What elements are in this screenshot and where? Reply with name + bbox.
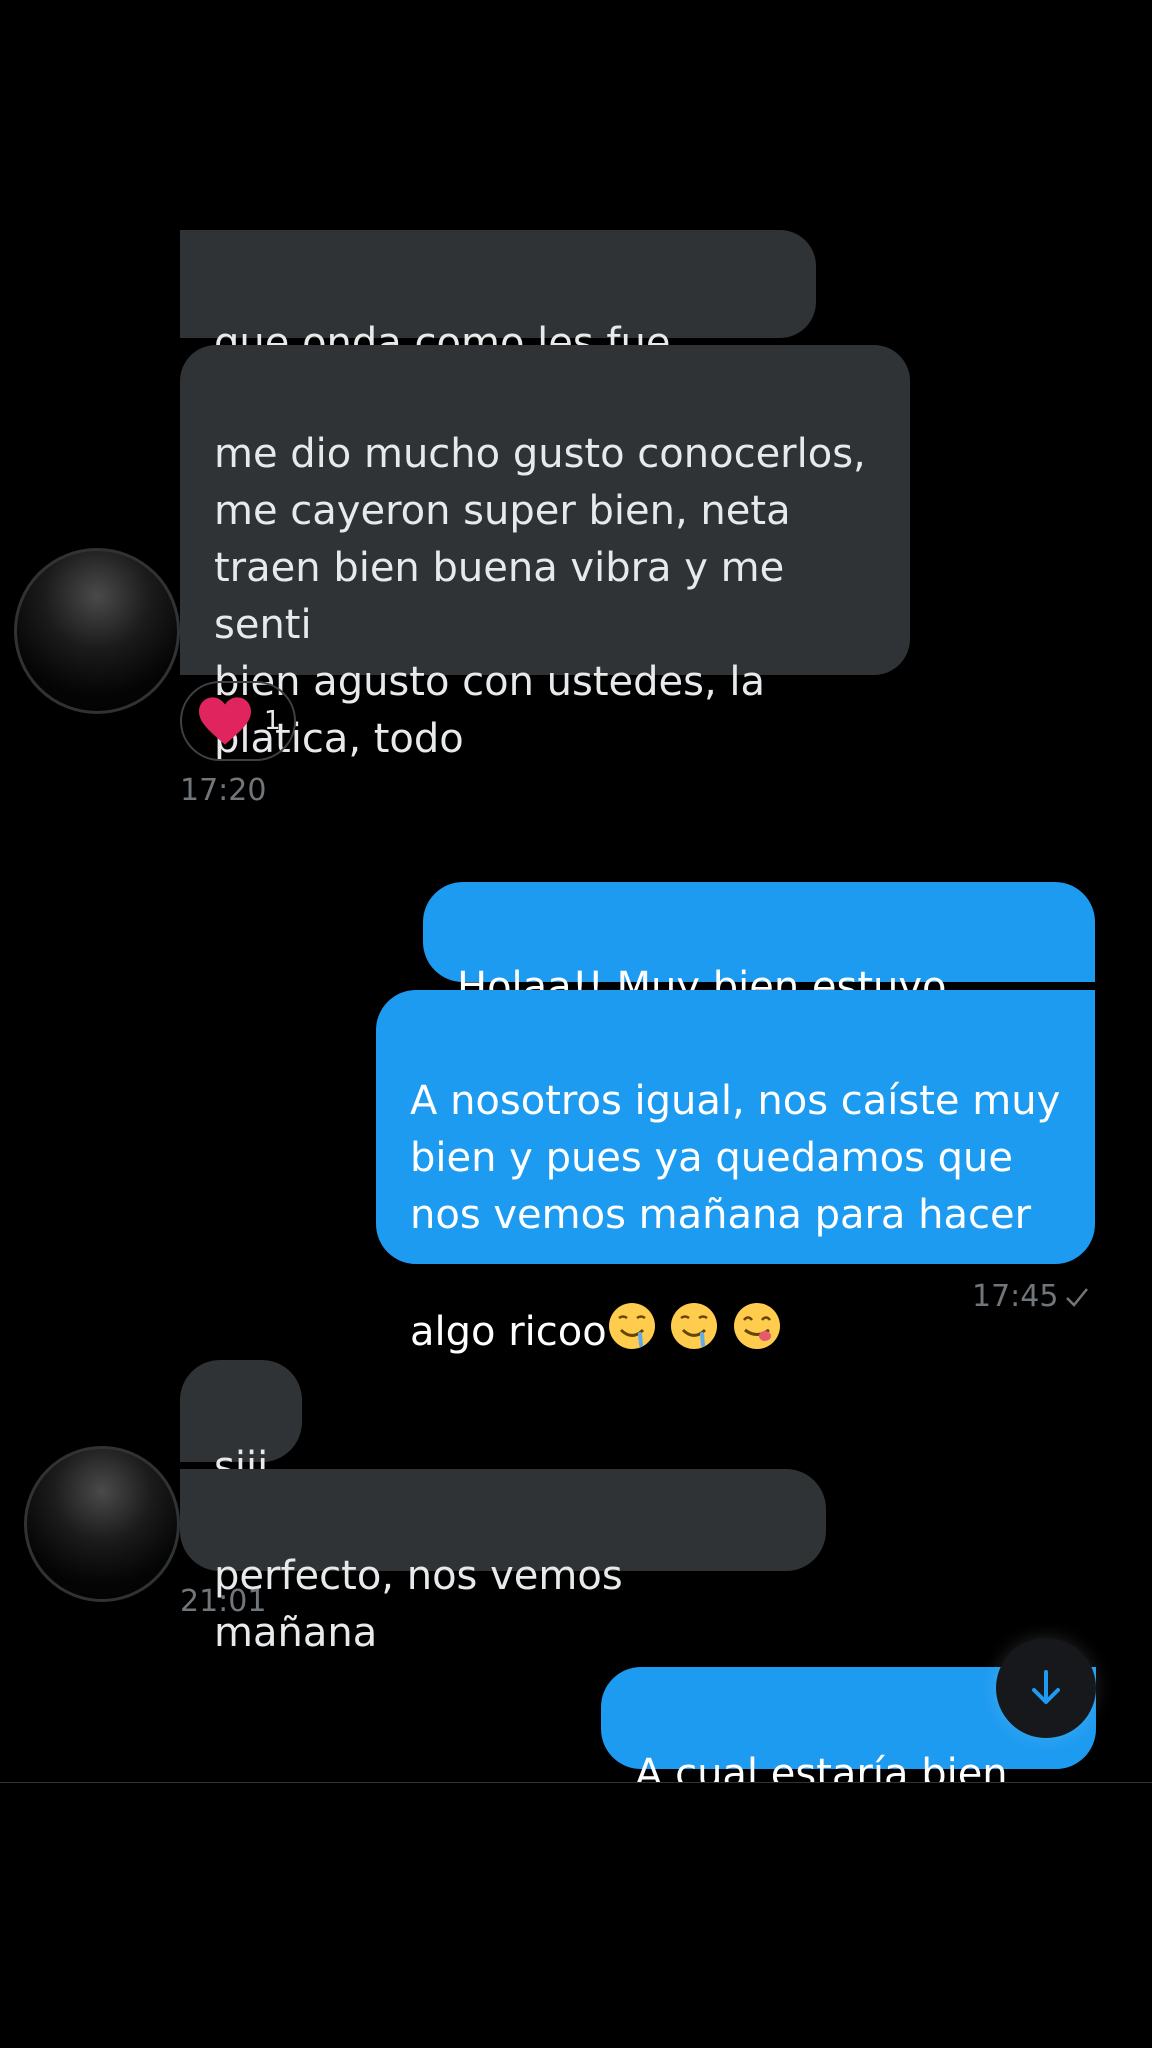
reaction-count: 1 bbox=[264, 706, 281, 736]
savoring-face-icon bbox=[732, 1244, 782, 1367]
timestamp-text: 17:45 bbox=[972, 1279, 1059, 1314]
conversation-view[interactable]: que onda como les fue ayer? me dio mucho… bbox=[0, 0, 1152, 1782]
message-text: perfecto, nos vemos mañana bbox=[214, 1553, 623, 1656]
avatar[interactable] bbox=[14, 548, 180, 714]
message-text: me dio mucho gusto conocerlos, me cayero… bbox=[214, 431, 866, 762]
heart-icon bbox=[199, 697, 251, 745]
composer-divider bbox=[0, 1782, 1152, 1783]
message-bubble-incoming[interactable]: me dio mucho gusto conocerlos, me cayero… bbox=[180, 345, 910, 762]
message-bubble-outgoing[interactable]: A nosotros igual, nos caíste muy bien y … bbox=[376, 990, 1095, 1355]
checkmark-icon bbox=[1066, 1287, 1089, 1307]
message-bubble-incoming[interactable]: perfecto, nos vemos mañana bbox=[180, 1469, 826, 1656]
message-bubble-outgoing[interactable]: Holaa!! Muy bien estuvo padre bbox=[423, 882, 1095, 1067]
drooling-face-icon bbox=[669, 1244, 719, 1367]
message-bubble-incoming[interactable]: siii bbox=[180, 1360, 302, 1490]
reaction-pill[interactable]: 1 bbox=[180, 681, 296, 761]
timestamp: 21:01 bbox=[180, 1584, 267, 1619]
drooling-face-icon bbox=[607, 1244, 657, 1367]
arrow-down-icon bbox=[1032, 1670, 1060, 1704]
avatar[interactable] bbox=[24, 1446, 180, 1602]
message-text: A nosotros igual, nos caíste muy bien y … bbox=[410, 1078, 1061, 1238]
timestamp: 17:45 bbox=[972, 1279, 1090, 1314]
message-text-last-line: algo ricoo bbox=[410, 1309, 607, 1355]
message-bubble-incoming[interactable]: que onda como les fue ayer? bbox=[180, 230, 816, 423]
message-text: A cual estaría bien bbox=[635, 1751, 1008, 1782]
timestamp: 17:20 bbox=[180, 773, 267, 808]
scroll-to-bottom-button[interactable] bbox=[996, 1638, 1096, 1738]
